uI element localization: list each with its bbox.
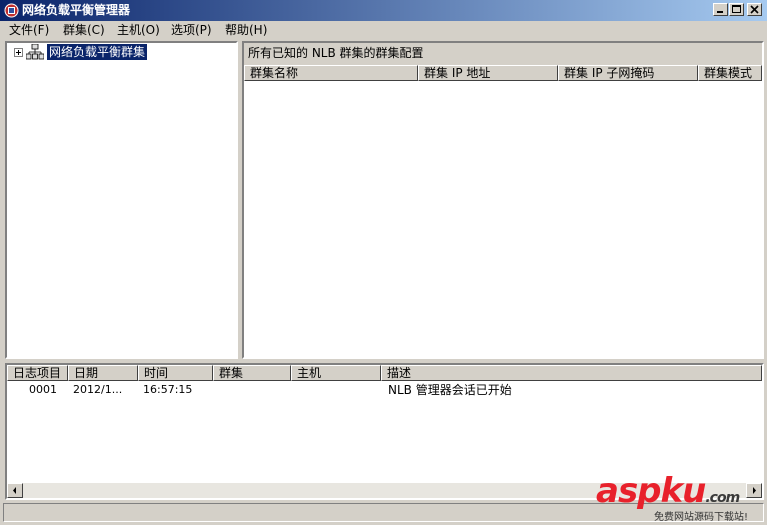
col-header-cluster-subnet[interactable]: 群集 IP 子网掩码 (558, 65, 698, 81)
plus-icon (16, 50, 21, 55)
menu-help[interactable]: 帮助(H) (225, 23, 267, 38)
arrow-left-icon (13, 487, 16, 494)
maximize-icon (732, 5, 741, 13)
log-description-cell: NLB 管理器会话已开始 (388, 383, 512, 397)
col-header-log-time[interactable]: 时间 (138, 365, 213, 381)
cluster-tree-pane[interactable]: 网络负载平衡群集 (5, 41, 238, 359)
menu-options[interactable]: 选项(P) (171, 23, 212, 38)
tree-root-nlb-clusters[interactable]: 网络负载平衡群集 (47, 44, 148, 60)
minimize-icon (717, 11, 723, 13)
log-list-header: 日志项目 日期 时间 群集 主机 描述 (7, 365, 762, 381)
menu-cluster[interactable]: 群集(C) (63, 23, 105, 38)
close-button[interactable] (747, 3, 762, 16)
col-header-cluster-name[interactable]: 群集名称 (244, 65, 418, 81)
menu-file[interactable]: 文件(F) (9, 23, 49, 38)
log-entry-cell: 0001 (29, 383, 57, 396)
scroll-left-button[interactable] (7, 483, 23, 498)
minimize-button[interactable] (713, 3, 728, 16)
nlb-app-icon (4, 3, 19, 18)
col-header-log-cluster[interactable]: 群集 (213, 365, 291, 381)
title-bar[interactable]: 网络负载平衡管理器 (0, 0, 767, 21)
menu-bar: 文件(F) 群集(C) 主机(O) 选项(P) 帮助(H) (0, 21, 767, 40)
log-time-cell: 16:57:15 (143, 383, 193, 396)
watermark-slogan: 免费网站源码下载站! (654, 512, 749, 523)
close-icon (750, 5, 759, 14)
watermark-tld: .com (705, 490, 740, 506)
site-watermark: aspku.com 免费网站源码下载站! (596, 471, 764, 523)
cluster-config-pane[interactable]: 所有已知的 NLB 群集的群集配置 群集名称 群集 IP 地址 群集 IP 子网… (242, 41, 764, 359)
watermark-brand: aspku (596, 471, 706, 511)
log-row[interactable]: 0001 2012/1... 16:57:15 NLB 管理器会话已开始 (7, 383, 762, 397)
maximize-button[interactable] (729, 3, 744, 16)
col-header-cluster-ip[interactable]: 群集 IP 地址 (418, 65, 558, 81)
menu-host[interactable]: 主机(O) (117, 23, 160, 38)
log-date-cell: 2012/1... (73, 383, 123, 396)
config-panel-title: 所有已知的 NLB 群集的群集配置 (248, 46, 424, 60)
col-header-log-description[interactable]: 描述 (381, 365, 762, 381)
network-cluster-icon (26, 44, 44, 60)
col-header-log-date[interactable]: 日期 (68, 365, 138, 381)
col-header-log-entry[interactable]: 日志项目 (7, 365, 68, 381)
col-header-cluster-mode[interactable]: 群集模式 (698, 65, 762, 81)
window-title: 网络负载平衡管理器 (22, 3, 131, 17)
config-list-header: 群集名称 群集 IP 地址 群集 IP 子网掩码 群集模式 (244, 65, 762, 81)
tree-expand-toggle[interactable] (14, 48, 23, 57)
col-header-log-host[interactable]: 主机 (291, 365, 381, 381)
